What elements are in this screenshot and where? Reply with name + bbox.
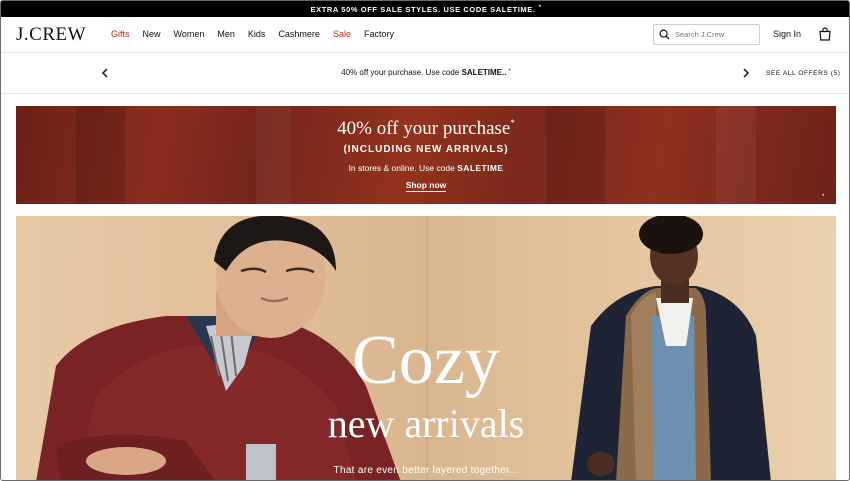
hero-tagline: That are even better layered together...	[333, 465, 519, 476]
offer-asterisk: *	[508, 69, 511, 75]
browser-frame: EXTRA 50% OFF SALE STYLES. USE CODE SALE…	[0, 0, 850, 481]
sign-in-link[interactable]: Sign In	[773, 29, 801, 39]
jcrew-logo[interactable]: J.CREW	[16, 24, 86, 46]
nav-item-new[interactable]: New	[143, 29, 161, 39]
promo-footnote: *	[822, 194, 825, 200]
nav-item-factory[interactable]: Factory	[364, 29, 394, 39]
promo-details: In stores & online. Use code SALETIME	[16, 163, 836, 173]
promo-banner[interactable]: 40% off your purchase* (INCLUDING NEW AR…	[16, 106, 836, 204]
promo-title: 40% off your purchase*	[16, 118, 836, 140]
offer-code: SALETIME..	[461, 68, 507, 77]
search-input[interactable]	[675, 30, 755, 39]
offer-message[interactable]: 40% off your purchase. Use code SALETIME…	[1, 68, 849, 77]
nav-item-kids[interactable]: Kids	[248, 29, 266, 39]
shopping-bag-icon[interactable]	[818, 27, 832, 41]
nav-item-women[interactable]: Women	[174, 29, 205, 39]
chevron-right-icon[interactable]	[740, 66, 752, 80]
see-all-offers-link[interactable]: SEE ALL OFFERS (5)	[766, 70, 841, 77]
hero-subtitle: new arrivals	[327, 401, 525, 446]
offers-bar: 40% off your purchase. Use code SALETIME…	[1, 54, 849, 94]
promo-title-asterisk: *	[510, 118, 515, 128]
shop-now-link: Shop now	[16, 180, 836, 192]
nav-item-cashmere[interactable]: Cashmere	[278, 29, 320, 39]
hero-banner[interactable]: Cozy new arrivals That are even better l…	[16, 216, 836, 480]
promo-code: SALETIME	[457, 163, 504, 173]
offer-text-prefix: 40% off your purchase. Use code	[341, 68, 462, 77]
hero-title: Cozy	[352, 322, 500, 399]
top-promo-strip[interactable]: EXTRA 50% OFF SALE STYLES. USE CODE SALE…	[1, 1, 849, 17]
search-box[interactable]	[653, 24, 760, 45]
main-nav: Gifts New Women Men Kids Cashmere Sale F…	[111, 29, 407, 39]
nav-item-sale[interactable]: Sale	[333, 29, 351, 39]
search-icon	[659, 29, 670, 40]
nav-item-men[interactable]: Men	[217, 29, 235, 39]
top-promo-text: EXTRA 50% OFF SALE STYLES. USE CODE SALE…	[310, 4, 536, 14]
shop-now-button[interactable]: Shop now	[405, 180, 447, 192]
promo-subtitle: (INCLUDING NEW ARRIVALS)	[343, 144, 509, 155]
site-header: J.CREW Gifts New Women Men Kids Cashmere…	[1, 17, 849, 53]
promo-title-text: 40% off your purchase	[337, 118, 511, 139]
top-promo-asterisk: *	[538, 5, 542, 11]
nav-item-gifts[interactable]: Gifts	[111, 29, 130, 39]
promo-details-prefix: In stores & online. Use code	[348, 163, 458, 173]
